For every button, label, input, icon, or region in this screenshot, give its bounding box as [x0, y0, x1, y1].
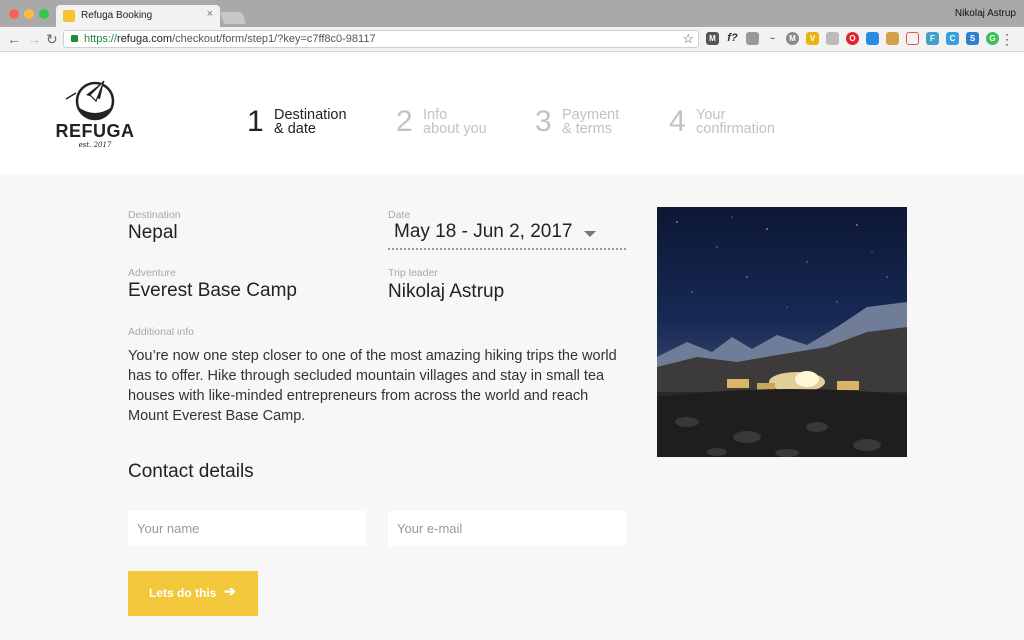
additional-info-text: You’re now one step closer to one of the…: [128, 348, 617, 424]
trip-leader-label: Trip leader: [388, 267, 438, 279]
profile-name[interactable]: Nikolaj Astrup: [955, 8, 1016, 19]
browser-toolbar: ← → ↻ https://refuga.com/checkout/form/s…: [0, 27, 1024, 52]
step-label-line2: & terms: [562, 121, 612, 137]
extension-icon[interactable]: V: [806, 32, 819, 45]
adventure-value: Everest Base Camp: [128, 280, 297, 301]
destination-value: Nepal: [128, 222, 178, 243]
tab-title: Refuga Booking: [81, 10, 153, 21]
destination-label: Destination: [128, 209, 181, 221]
logo-wordmark: REFUGA: [55, 121, 135, 141]
step-label: Destination & date: [274, 108, 347, 137]
extension-icon[interactable]: [886, 32, 899, 45]
lock-icon: [71, 35, 78, 42]
email-input[interactable]: [388, 511, 626, 546]
extension-icon[interactable]: C: [946, 32, 959, 45]
adventure-label: Adventure: [128, 267, 176, 279]
extension-icon[interactable]: f?: [726, 32, 739, 45]
refuga-logo[interactable]: REFUGA est. 2017: [52, 73, 138, 153]
opera-extension-icon[interactable]: O: [846, 32, 859, 45]
step-label: Your confirmation: [696, 108, 775, 137]
extension-icon[interactable]: F: [926, 32, 939, 45]
step-number: 1: [247, 105, 264, 138]
name-input[interactable]: [128, 511, 366, 546]
trip-leader-value: Nikolaj Astrup: [388, 281, 505, 302]
extension-icon[interactable]: [906, 32, 919, 45]
url-scheme: https://: [84, 33, 118, 45]
additional-info-label: Additional info: [128, 326, 194, 338]
url-path: /checkout/form/step1/?key=c7ff8c0-98117: [172, 33, 376, 45]
step-label-line2: confirmation: [696, 121, 775, 137]
step-label: Payment & terms: [562, 108, 619, 137]
logo-tagline: est. 2017: [78, 141, 112, 149]
extension-icon[interactable]: G: [986, 32, 999, 45]
step-number: 2: [396, 105, 413, 138]
maximize-window-button[interactable]: [39, 9, 49, 19]
new-tab-button[interactable]: [219, 12, 247, 24]
step-label: Info about you: [423, 108, 487, 137]
extension-icon[interactable]: M: [786, 32, 799, 45]
tab-close-icon[interactable]: ×: [207, 8, 213, 20]
logo-mark-icon: [65, 80, 115, 121]
everest-camp-image: [657, 216, 907, 457]
browser-tab-bar: Refuga Booking × Nikolaj Astrup: [0, 0, 1024, 27]
step-number: 3: [535, 105, 552, 138]
extension-icon[interactable]: [826, 32, 839, 45]
camera-extension-icon[interactable]: [746, 32, 759, 45]
step-number: 4: [669, 105, 686, 138]
browser-tab[interactable]: Refuga Booking ×: [56, 5, 220, 27]
extension-icon[interactable]: S: [966, 32, 979, 45]
extension-icon[interactable]: [866, 32, 879, 45]
arrow-right-icon: ➔: [224, 583, 236, 599]
back-icon[interactable]: ←: [7, 31, 21, 47]
bookmark-star-icon[interactable]: ☆: [682, 31, 694, 47]
forward-icon[interactable]: →: [27, 31, 41, 47]
submit-button[interactable]: Lets do this ➔: [128, 571, 258, 616]
chevron-down-icon: [584, 231, 596, 237]
step-label-line2: about you: [423, 121, 487, 137]
extension-icon[interactable]: ~: [766, 32, 779, 45]
close-window-button[interactable]: [9, 9, 19, 19]
destination-photo: [657, 207, 907, 457]
step-label-line2: & date: [274, 121, 316, 137]
reload-icon[interactable]: ↻: [46, 31, 58, 47]
site-header: REFUGA est. 2017 1 Destination & date 2 I…: [0, 53, 1024, 174]
url-text: https://refuga.com/checkout/form/step1/?…: [84, 33, 376, 45]
date-value: May 18 - Jun 2, 2017: [394, 221, 573, 242]
url-host: refuga.com: [117, 33, 173, 45]
address-bar[interactable]: https://refuga.com/checkout/form/step1/?…: [63, 30, 699, 48]
extension-icon[interactable]: M: [706, 32, 719, 45]
browser-menu-icon[interactable]: ⋮: [1000, 31, 1014, 47]
minimize-window-button[interactable]: [24, 9, 34, 19]
date-dropdown[interactable]: May 18 - Jun 2, 2017: [388, 220, 626, 250]
submit-button-label: Lets do this: [149, 586, 217, 600]
contact-details-title: Contact details: [128, 461, 254, 482]
favicon-icon: [63, 10, 75, 22]
